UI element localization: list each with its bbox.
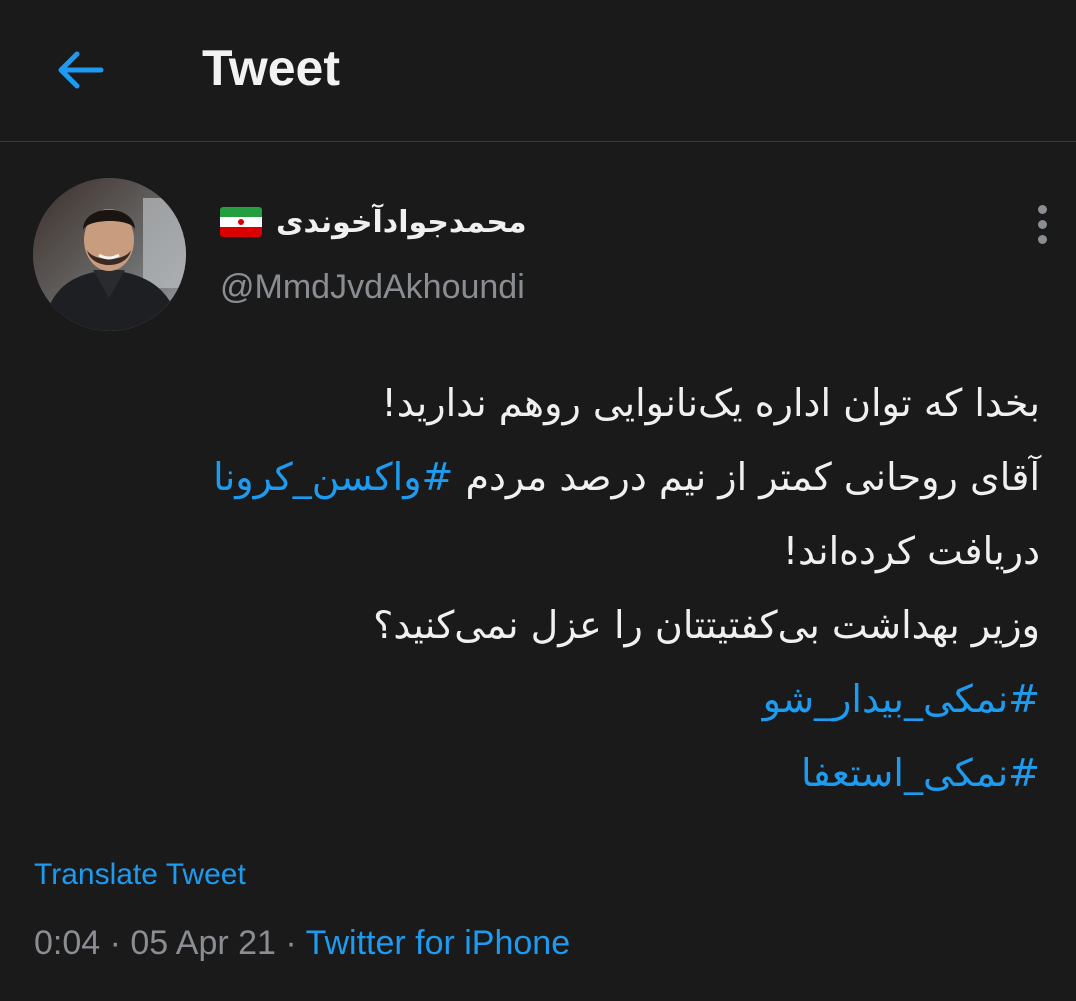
tweet-line: دریافت کرده‌اند! (782, 529, 1040, 573)
more-dot (1037, 234, 1047, 244)
more-options-button[interactable] (1022, 200, 1062, 248)
tweet-source-link[interactable]: Twitter for iPhone (306, 924, 571, 962)
more-dot (1037, 204, 1047, 214)
top-bar: Tweet (0, 0, 1076, 142)
tweet-metadata: 0:04 · 05 Apr 21 · Twitter for iPhone (34, 924, 570, 963)
tweet-line: وزیر بهداشت بی‌کفتیتتان را عزل نمی‌کنید؟ (373, 603, 1040, 647)
tweet-line-text: آقای روحانی کمتر از نیم درصد مردم (453, 455, 1040, 499)
arrow-left-icon (58, 51, 104, 89)
author-name-row[interactable]: محمدجوادآخوندی (220, 198, 527, 246)
author-display-name[interactable]: محمدجوادآخوندی (276, 205, 527, 240)
tweet-line: بخدا که توان اداره یک‌نانوایی روهم نداری… (381, 381, 1041, 425)
iran-flag-icon (220, 207, 262, 237)
more-dot (1037, 219, 1047, 229)
hashtag-link[interactable]: #واکسن_کرونا (213, 455, 453, 499)
hashtag-link[interactable]: #نمکی_بیدار_شو (40, 662, 1040, 736)
hashtag-link[interactable]: #نمکی_استعفا (40, 736, 1040, 810)
tweet-line: آقای روحانی کمتر از نیم درصد مردم #واکسن… (40, 440, 1040, 514)
translate-tweet-link[interactable]: Translate Tweet (34, 858, 246, 892)
author-handle[interactable]: @MmdJvdAkhoundi (220, 268, 525, 307)
tweet-text: بخدا که توان اداره یک‌نانوایی روهم نداری… (40, 366, 1040, 810)
avatar[interactable] (33, 178, 186, 331)
avatar-photo (33, 178, 186, 331)
back-button[interactable] (50, 40, 110, 100)
page-title: Tweet (202, 40, 340, 96)
tweet-timestamp: 0:04 · 05 Apr 21 · (34, 924, 306, 962)
